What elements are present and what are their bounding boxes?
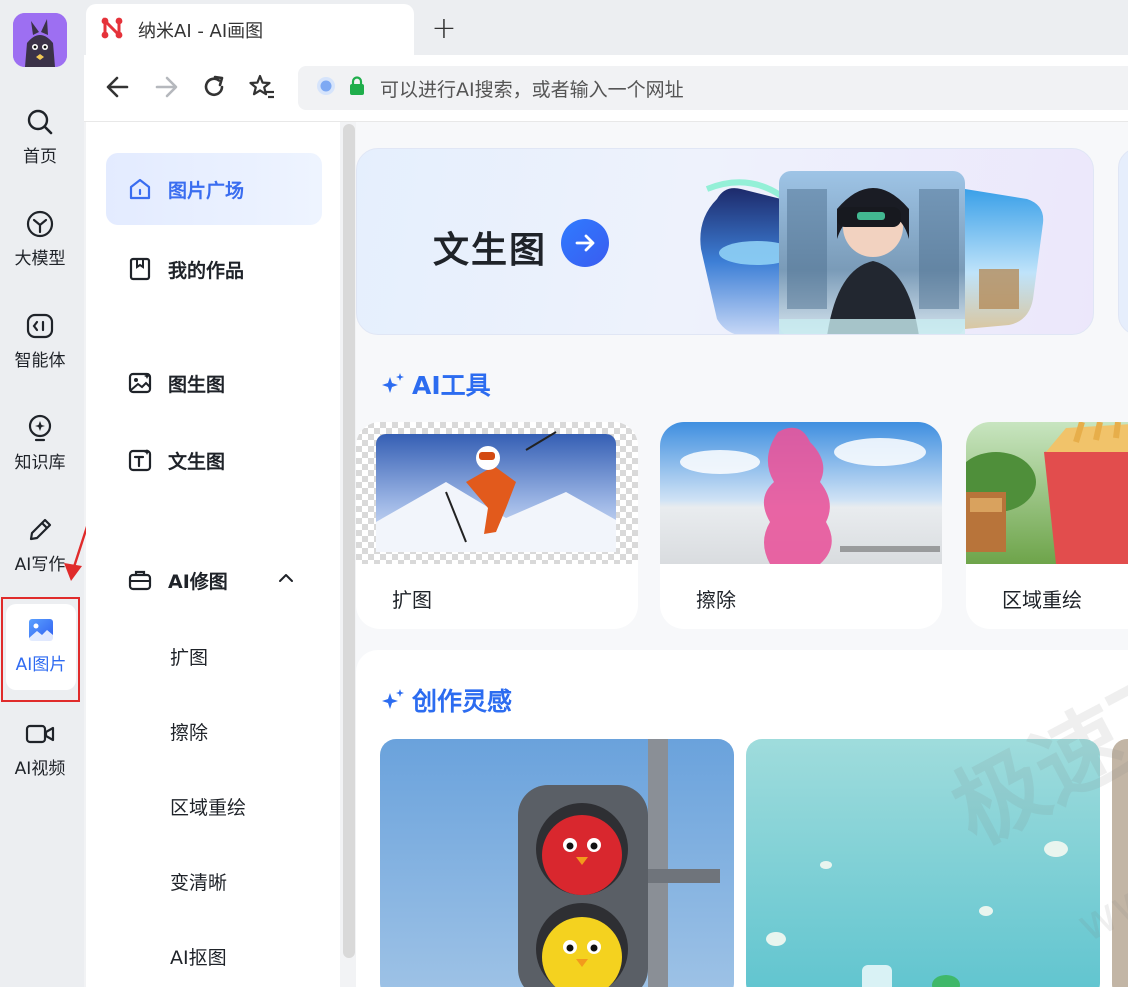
tool-thumbnail bbox=[660, 422, 942, 564]
nav-item-txt2img[interactable]: 文生图 bbox=[106, 424, 322, 496]
rail-item-knowledge[interactable]: 知识库 bbox=[0, 408, 80, 480]
inspiration-card[interactable] bbox=[1112, 739, 1128, 987]
nav-item-label: AI修图 bbox=[168, 570, 228, 593]
rail-item-label: 首页 bbox=[23, 147, 57, 167]
tool-card-erase[interactable]: 擦除 bbox=[660, 422, 942, 629]
txt2img-banner[interactable]: 文生图 bbox=[356, 148, 1094, 335]
bookmark-icon bbox=[126, 255, 154, 283]
tool-thumbnail bbox=[966, 422, 1128, 564]
favorites-button[interactable] bbox=[246, 71, 278, 103]
toolbox-icon bbox=[126, 566, 154, 594]
nav-item-label: 我的作品 bbox=[168, 259, 245, 282]
main-content: 文生图 AI工具 扩图 擦除 区域重绘 创作灵感 bbox=[356, 122, 1128, 987]
sub-item-expand[interactable]: 扩图 bbox=[170, 636, 208, 676]
nami-logo-icon bbox=[100, 16, 124, 44]
agent-icon bbox=[24, 310, 56, 342]
tool-card-inpaint[interactable]: 区域重绘 bbox=[966, 422, 1128, 629]
site-info-icon[interactable] bbox=[316, 76, 336, 100]
inspiration-card[interactable] bbox=[380, 739, 734, 987]
arrow-left-icon bbox=[106, 76, 129, 98]
tool-card-expand[interactable]: 扩图 bbox=[356, 422, 638, 629]
sparkle-icon bbox=[382, 373, 404, 393]
sub-item-inpaint[interactable]: 区域重绘 bbox=[170, 786, 246, 826]
reload-icon bbox=[204, 75, 224, 96]
tab-bar: 纳米AI - AI画图 + bbox=[84, 0, 1128, 55]
browser-toolbar: 可以进行AI搜索，或者输入一个网址 bbox=[84, 55, 1128, 122]
hexagon-icon bbox=[24, 208, 56, 240]
home-icon bbox=[126, 175, 154, 203]
nav-item-label: 文生图 bbox=[168, 450, 226, 473]
tool-thumbnail bbox=[356, 422, 638, 564]
chevron-up-icon[interactable] bbox=[276, 568, 296, 592]
banner-next-peek[interactable] bbox=[1118, 148, 1128, 335]
text-image-icon bbox=[126, 446, 154, 474]
inspiration-card[interactable] bbox=[746, 739, 1100, 987]
lock-icon bbox=[348, 76, 366, 100]
back-button[interactable] bbox=[102, 71, 134, 103]
image-gen-icon bbox=[126, 369, 154, 397]
section-title: AI工具 bbox=[412, 371, 491, 400]
inspiration-image bbox=[380, 739, 734, 987]
address-bar[interactable]: 可以进行AI搜索，或者输入一个网址 bbox=[298, 66, 1128, 110]
new-tab-button[interactable]: + bbox=[428, 11, 460, 46]
arrow-right-icon bbox=[575, 234, 595, 252]
inspiration-image bbox=[746, 739, 1100, 987]
address-placeholder: 可以进行AI搜索，或者输入一个网址 bbox=[380, 78, 684, 101]
search-icon bbox=[24, 106, 56, 138]
forward-button[interactable] bbox=[150, 71, 182, 103]
tab-title: 纳米AI - AI画图 bbox=[138, 20, 264, 42]
video-icon bbox=[24, 718, 56, 750]
rail-item-video[interactable]: AI视频 bbox=[0, 714, 80, 786]
sub-item-erase[interactable]: 擦除 bbox=[170, 711, 208, 751]
app-logo[interactable] bbox=[13, 13, 67, 67]
nav-item-label: 图生图 bbox=[168, 373, 226, 396]
bulb-icon bbox=[24, 412, 56, 444]
side-nav: 图片广场 我的作品 图生图 文生图 AI修图 扩图 擦除 区域重绘 变清晰 AI… bbox=[86, 122, 340, 987]
section-title: 创作灵感 bbox=[412, 687, 513, 716]
rail-item-label: 大模型 bbox=[14, 249, 66, 269]
rail-item-label: AI写作 bbox=[14, 555, 66, 575]
banner-artwork bbox=[700, 171, 1044, 334]
tool-label: 区域重绘 bbox=[1002, 588, 1082, 612]
nav-item-my-works[interactable]: 我的作品 bbox=[106, 233, 322, 305]
banner-go-button[interactable] bbox=[561, 219, 609, 267]
rail-item-home[interactable]: 首页 bbox=[0, 102, 80, 174]
rail-item-label: 知识库 bbox=[14, 453, 66, 473]
nav-item-img2img[interactable]: 图生图 bbox=[106, 347, 322, 419]
nav-item-label: 图片广场 bbox=[168, 179, 245, 202]
browser-tab[interactable]: 纳米AI - AI画图 bbox=[86, 4, 414, 55]
sub-item-enhance[interactable]: 变清晰 bbox=[170, 861, 227, 901]
tool-label: 擦除 bbox=[696, 588, 736, 612]
nav-item-gallery[interactable]: 图片广场 bbox=[106, 153, 322, 225]
nav-item-ai-retouch[interactable]: AI修图 bbox=[106, 544, 322, 616]
banner-title: 文生图 bbox=[433, 230, 548, 271]
rail-item-label: 智能体 bbox=[14, 351, 66, 371]
rail-item-agents[interactable]: 智能体 bbox=[0, 306, 80, 378]
inspiration-header: 创作灵感 bbox=[380, 682, 512, 718]
ai-tools-header: AI工具 bbox=[380, 366, 491, 402]
nav-scrollbar[interactable] bbox=[343, 124, 355, 958]
arrow-right-icon bbox=[155, 76, 178, 98]
pencil-icon bbox=[24, 514, 56, 546]
star-list-icon bbox=[249, 74, 274, 99]
sub-item-matting[interactable]: AI抠图 bbox=[170, 936, 227, 976]
reload-button[interactable] bbox=[198, 71, 230, 103]
rail-item-models[interactable]: 大模型 bbox=[0, 204, 80, 276]
rail-item-label: AI视频 bbox=[14, 759, 66, 779]
highlight-box bbox=[1, 597, 80, 702]
app-rail: 首页 大模型 智能体 知识库 AI写作 AI图片 AI视频 bbox=[0, 0, 84, 987]
sparkle-icon bbox=[382, 689, 404, 709]
tool-label: 扩图 bbox=[392, 588, 432, 612]
